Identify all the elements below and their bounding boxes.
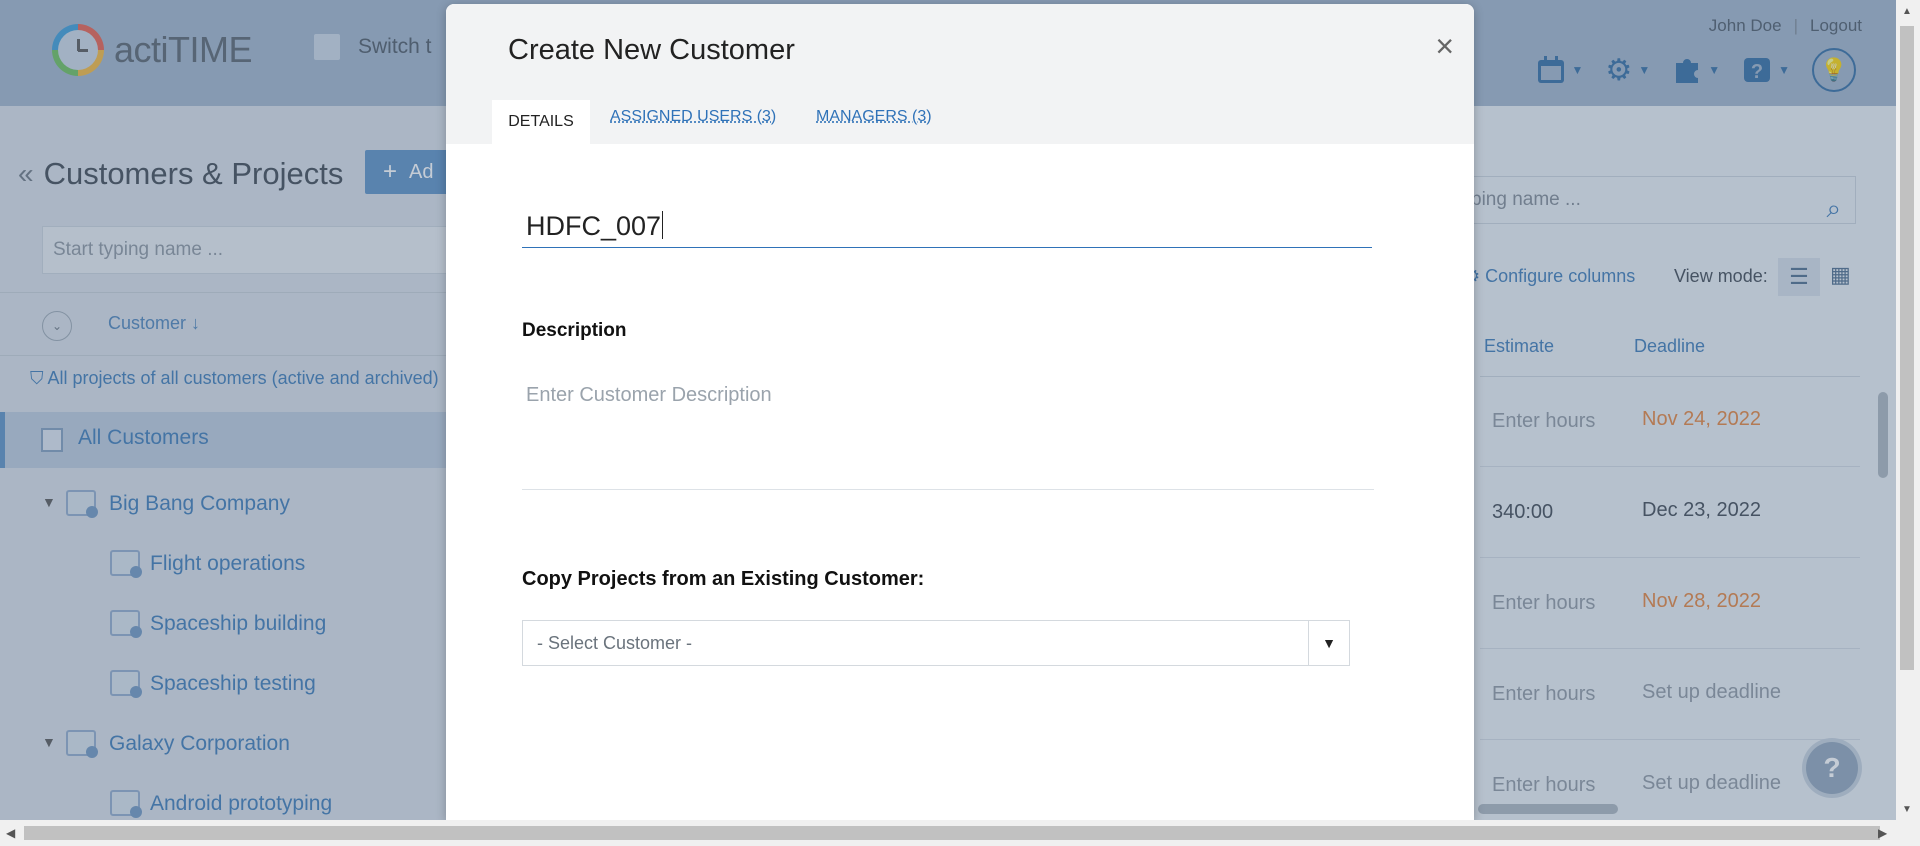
dialog-title: Create New Customer [508, 34, 795, 66]
customer-name-value: HDFC_007 [526, 211, 662, 241]
dialog-header: Create New Customer × DETAILS ASSIGNED U… [446, 4, 1474, 144]
tab-managers[interactable]: MANAGERS (3) [816, 108, 932, 126]
description-placeholder: Enter Customer Description [526, 384, 772, 406]
vertical-scroll-thumb[interactable] [1900, 26, 1914, 670]
scroll-up-icon[interactable]: ▲ [1902, 6, 1912, 17]
description-field[interactable]: Enter Customer Description [522, 384, 1374, 490]
horizontal-scroll-thumb[interactable] [24, 826, 1880, 840]
description-label: Description [522, 320, 627, 341]
scroll-left-icon[interactable]: ◀ [6, 826, 15, 840]
customer-name-input[interactable]: HDFC_007 [522, 204, 1372, 248]
select-customer-value: - Select Customer - [537, 633, 693, 653]
chevron-down-icon[interactable]: ▼ [1308, 621, 1349, 665]
select-customer-dropdown[interactable]: - Select Customer - ▼ [522, 620, 1350, 666]
create-customer-dialog: Create New Customer × DETAILS ASSIGNED U… [446, 4, 1474, 820]
close-icon[interactable]: × [1435, 28, 1454, 65]
tab-details[interactable]: DETAILS [492, 100, 590, 144]
scroll-right-icon[interactable]: ▶ [1878, 826, 1887, 840]
scroll-down-icon[interactable]: ▼ [1902, 804, 1912, 815]
page-horizontal-scrollbar[interactable]: ◀ ▶ [0, 820, 1920, 846]
page-vertical-scrollbar[interactable]: ▲ ▼ [1896, 0, 1920, 820]
text-cursor [662, 211, 664, 239]
tab-assigned-users[interactable]: ASSIGNED USERS (3) [610, 108, 776, 126]
copy-projects-label: Copy Projects from an Existing Customer: [522, 568, 925, 590]
